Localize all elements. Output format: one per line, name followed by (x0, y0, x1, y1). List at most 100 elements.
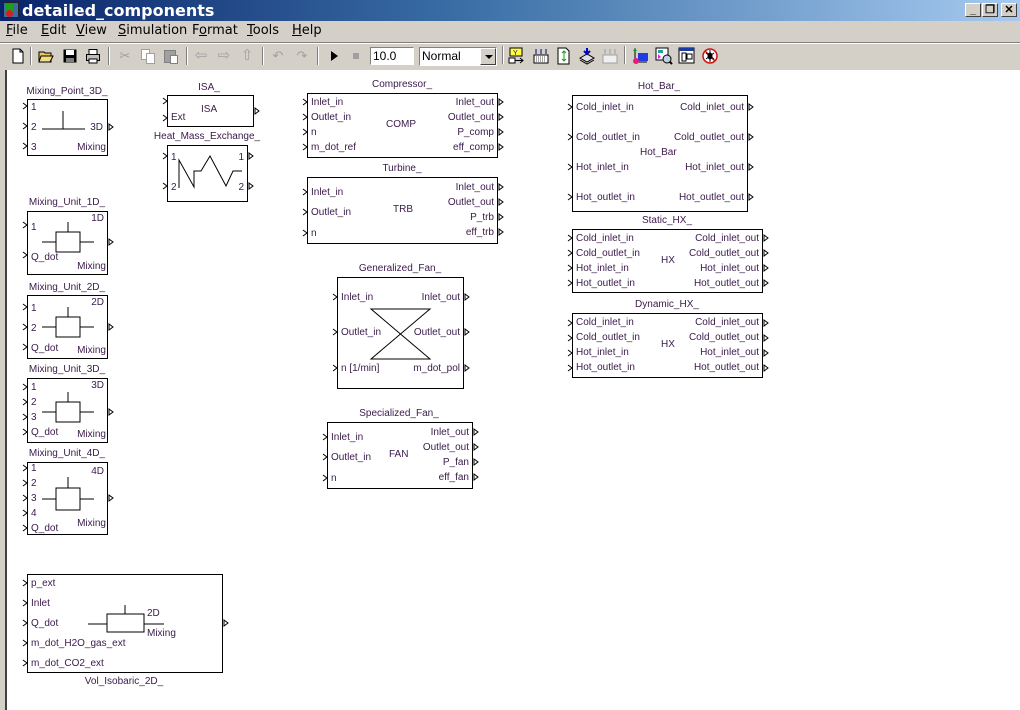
port-label: Hot_inlet_out (700, 263, 759, 274)
block-vol-isobaric-2d[interactable]: p_ext Inlet Q_dot m_dot_H2O_gas_ext m_do… (27, 574, 223, 673)
subsystem-icon[interactable] (678, 47, 696, 65)
menu-file[interactable]: File (6, 23, 28, 38)
block-name-mixing-unit-1d[interactable]: Mixing_Unit_1D_ (29, 197, 105, 208)
block-isa[interactable]: Ext ISA (167, 95, 254, 127)
chevron-down-icon[interactable] (480, 48, 496, 65)
port-label: Cold_inlet_out (680, 102, 744, 113)
menu-help[interactable]: Help (292, 23, 322, 38)
block-mixing-unit-4d[interactable]: 1 2 3 4 Q_dot 4D Mixing (27, 462, 108, 535)
mixing-unit-icon (42, 392, 94, 423)
block-name-mixing-unit-4d[interactable]: Mixing_Unit_4D_ (29, 448, 105, 459)
block-mixing-unit-3d[interactable]: 1 2 3 Q_dot 3D Mixing (27, 378, 108, 443)
port-label: Hot_inlet_out (685, 162, 744, 173)
input-port-arrows (22, 383, 28, 436)
stop-time-input[interactable]: 10.0 (370, 47, 414, 65)
open-icon[interactable] (38, 48, 54, 64)
block-hot-bar[interactable]: Cold_inlet_in Cold_outlet_in Hot_inlet_i… (572, 95, 748, 212)
block-dynamic-hx[interactable]: Cold_inlet_in Cold_outlet_in Hot_inlet_i… (572, 313, 763, 378)
debugger-icon[interactable] (701, 47, 719, 65)
port-label: Cold_inlet_in (576, 317, 634, 328)
port-label: eff_comp (453, 142, 494, 153)
model-advisor-icon[interactable] (655, 47, 673, 65)
menu-simulation[interactable]: Simulation (118, 23, 187, 38)
port-label: Outlet_in (311, 207, 352, 218)
close-button[interactable]: ✕ (1001, 3, 1017, 17)
block-name-mixing-unit-3d[interactable]: Mixing_Unit_3D_ (29, 364, 105, 375)
new-icon[interactable] (10, 48, 26, 64)
cut-icon[interactable]: ✂ (117, 48, 133, 64)
port-label: eff_fan (438, 472, 469, 483)
block-mixing-unit-1d[interactable]: 1 Q_dot 1D Mixing (27, 211, 108, 275)
block-static-hx[interactable]: Cold_inlet_in Cold_outlet_in Hot_inlet_i… (572, 229, 763, 293)
input-port-arrows (22, 579, 28, 667)
port-label: Hot_outlet_out (678, 192, 744, 203)
block-name-heat-mass-exchange[interactable]: Heat_Mass_Exchange_ (154, 131, 260, 142)
block-generalized-fan[interactable]: Inlet_in Outlet_in n [1/min] Inlet_out O… (337, 277, 464, 389)
port-label: P_fan (442, 457, 469, 468)
mixing-point-icon (42, 111, 85, 130)
block-name-specialized-fan[interactable]: Specialized_Fan_ (359, 408, 439, 419)
menu-format[interactable]: Format (192, 23, 238, 38)
port-label: Hot_outlet_out (693, 278, 759, 289)
block-specialized-fan[interactable]: Inlet_in Outlet_in n Inlet_out Outlet_ou… (327, 422, 473, 489)
forward-icon[interactable]: ⇨ (216, 48, 232, 64)
menu-edit[interactable]: Edit (41, 23, 66, 38)
model-explorer-icon[interactable] (632, 47, 650, 65)
menu-bar: File Edit View Simulation Format Tools H… (0, 21, 1020, 41)
block-name-generalized-fan[interactable]: Generalized_Fan_ (359, 263, 441, 274)
port-label: Hot_outlet_out (693, 362, 759, 373)
start-simulation-icon[interactable] (327, 48, 343, 64)
port-label: Cold_outlet_in (576, 332, 640, 343)
output-port-arrow (108, 408, 114, 416)
block-name-static-hx[interactable]: Static_HX_ (642, 215, 692, 226)
simulation-mode-select[interactable]: Normal (419, 47, 497, 66)
input-port-arrows (22, 303, 28, 351)
library-browser-icon[interactable]: Y (508, 47, 526, 65)
port-label: Cold_inlet_in (576, 233, 634, 244)
up-icon[interactable]: ⇧ (239, 48, 255, 64)
restore-button[interactable]: ❐ (982, 3, 998, 17)
block-name-turbine[interactable]: Turbine_ (382, 163, 421, 174)
undo-icon[interactable]: ↶ (270, 48, 286, 64)
input-port-arrows (302, 188, 308, 237)
block-name-isa[interactable]: ISA_ (198, 82, 220, 93)
minimize-button[interactable]: _ (965, 3, 981, 17)
stop-build-icon[interactable] (601, 47, 619, 65)
port-label: n (311, 228, 317, 239)
block-mixing-unit-2d[interactable]: 1 2 Q_dot 2D Mixing (27, 295, 108, 359)
toolbar-separator (30, 47, 32, 65)
port-label: Outlet_out (447, 197, 494, 208)
output-port-arrows (464, 293, 470, 372)
paste-icon[interactable] (163, 48, 179, 64)
save-icon[interactable] (62, 48, 78, 64)
block-name-vol-isobaric-2d[interactable]: Vol_Isobaric_2D_ (85, 676, 163, 687)
port-label: Hot_outlet_in (576, 278, 635, 289)
block-center-label: COMP (386, 119, 416, 130)
redo-icon[interactable]: ↷ (294, 48, 310, 64)
block-name-dynamic-hx[interactable]: Dynamic_HX_ (635, 299, 699, 310)
print-icon[interactable] (85, 48, 101, 64)
incremental-build-icon[interactable] (578, 47, 596, 65)
block-mixing-point-3d[interactable]: 1 2 3 3D Mixing (27, 99, 108, 156)
port-label: Inlet_out (455, 182, 494, 193)
update-diagram-icon[interactable] (555, 47, 573, 65)
back-icon[interactable]: ⇦ (193, 48, 209, 64)
input-port-arrows (22, 464, 28, 532)
copy-icon[interactable] (140, 48, 156, 64)
block-turbine[interactable]: Inlet_in Outlet_in n Inlet_out Outlet_ou… (307, 177, 498, 244)
block-compressor[interactable]: Inlet_in Outlet_in n m_dot_ref Inlet_out… (307, 93, 498, 158)
port-label: Cold_inlet_out (695, 317, 759, 328)
block-center-label: Hot_Bar (640, 147, 677, 158)
port-label: Outlet_in (331, 452, 372, 463)
block-heat-mass-exchange[interactable]: 1 2 1 2 (167, 145, 248, 202)
build-icon[interactable] (532, 47, 550, 65)
menu-tools[interactable]: Tools (247, 23, 279, 38)
block-name-compressor[interactable]: Compressor_ (372, 79, 432, 90)
input-port-arrows (567, 319, 573, 372)
block-name-mixing-point-3d[interactable]: Mixing_Point_3D_ (26, 86, 107, 97)
block-name-mixing-unit-2d[interactable]: Mixing_Unit_2D_ (29, 282, 105, 293)
block-name-hot-bar[interactable]: Hot_Bar_ (638, 81, 680, 92)
output-port-arrows (473, 428, 479, 481)
stop-simulation-icon[interactable] (349, 48, 365, 64)
menu-view[interactable]: View (76, 23, 107, 38)
